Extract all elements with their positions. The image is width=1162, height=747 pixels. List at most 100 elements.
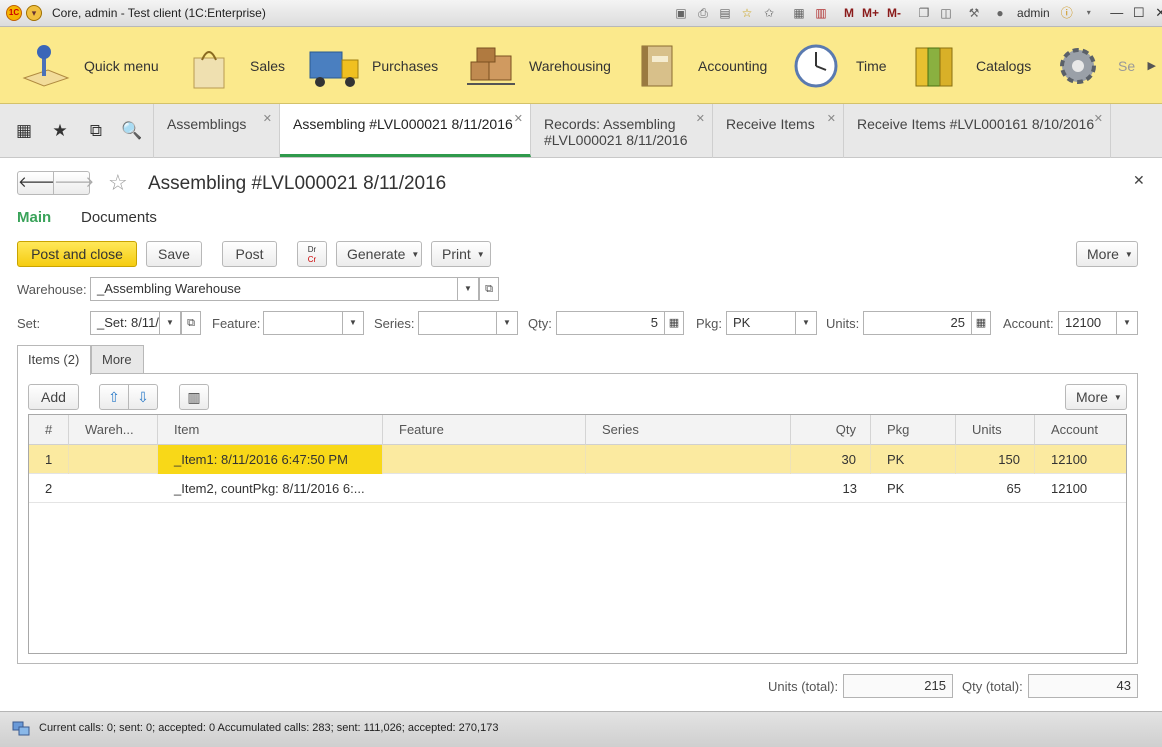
cell-units[interactable]: 150 [956, 445, 1035, 474]
close-tab-icon[interactable]: ✕ [263, 111, 272, 127]
column-header-warehouse[interactable]: Wareh... [69, 415, 158, 445]
calendar-icon[interactable]: ▥ [812, 4, 830, 22]
column-header-item[interactable]: Item [158, 415, 383, 445]
section-settings[interactable]: Se [1056, 27, 1135, 104]
column-header-qty[interactable]: Qty [791, 415, 871, 445]
move-down-button[interactable]: ⇩ [128, 384, 158, 410]
section-warehousing[interactable]: Warehousing [463, 27, 611, 104]
more-button[interactable]: More ▼ [1076, 241, 1138, 267]
account-dropdown-icon[interactable]: ▼ [1116, 311, 1138, 335]
add-button[interactable]: Add [28, 384, 79, 410]
maximize-icon[interactable]: ☐ [1130, 4, 1148, 22]
cell-qty[interactable]: 13 [791, 474, 871, 503]
series-input[interactable] [418, 311, 497, 335]
cell-feature[interactable] [383, 474, 586, 503]
column-header-units[interactable]: Units [956, 415, 1035, 445]
current-user[interactable]: admin [1017, 6, 1050, 20]
favorites-star-icon[interactable]: ★ [49, 120, 71, 142]
set-open-icon[interactable]: ⧉ [181, 311, 201, 335]
tab-receive-items[interactable]: Receive Items ✕ [713, 104, 844, 158]
cell-warehouse[interactable] [69, 445, 158, 474]
section-sales[interactable]: Sales [184, 27, 285, 104]
post-and-close-button[interactable]: Post and close [17, 241, 137, 267]
cell-series[interactable] [586, 445, 791, 474]
table-row[interactable]: 2 _Item2, countPkg: 8/11/2016 6:... 13 P… [29, 474, 1126, 503]
close-window-icon[interactable]: ✕ [1152, 4, 1162, 22]
memory-add-button[interactable]: M+ [860, 4, 881, 22]
cell-item[interactable]: _Item2, countPkg: 8/11/2016 6:... [158, 474, 383, 503]
qty-calculator-icon[interactable]: ▦ [664, 311, 684, 335]
close-tab-icon[interactable]: ✕ [827, 111, 836, 127]
memory-store-button[interactable]: M [842, 4, 856, 22]
account-input[interactable]: 12100 [1058, 311, 1117, 335]
units-input[interactable]: 25 [863, 311, 972, 335]
items-more-button[interactable]: More ▼ [1065, 384, 1127, 410]
column-header-series[interactable]: Series [586, 415, 791, 445]
print-icon[interactable]: ⎙ [694, 4, 712, 22]
tab-documents[interactable]: Documents [81, 209, 157, 226]
column-header-number[interactable]: # [29, 415, 69, 445]
favorite-add-icon[interactable]: ☆ [738, 4, 756, 22]
close-tab-icon[interactable]: ✕ [1094, 111, 1103, 127]
memory-subtract-button[interactable]: M- [885, 4, 903, 22]
cell-pkg[interactable]: PK [871, 474, 956, 503]
move-up-button[interactable]: ⇧ [99, 384, 129, 410]
windows-icon[interactable]: ❐ [915, 4, 933, 22]
pkg-input[interactable]: PK [726, 311, 796, 335]
cell-pkg[interactable]: PK [871, 445, 956, 474]
section-accounting[interactable]: Accounting [632, 27, 767, 104]
favorites-icon[interactable]: ✩ [760, 4, 778, 22]
preview-icon[interactable]: ▤ [716, 4, 734, 22]
calculator-icon[interactable]: ▦ [790, 4, 808, 22]
server-calls-icon[interactable] [12, 721, 30, 737]
cell-qty[interactable]: 30 [791, 445, 871, 474]
cell-warehouse[interactable] [69, 474, 158, 503]
history-icon[interactable]: ⧉ [85, 120, 107, 142]
section-quick-menu[interactable]: Quick menu [18, 27, 159, 104]
cell-account[interactable]: 12100 [1035, 445, 1126, 474]
generate-button[interactable]: Generate ▼ [336, 241, 422, 267]
set-input[interactable]: _Set: 8/11/ [90, 311, 160, 335]
function-menu-icon[interactable]: ▦ [13, 120, 35, 142]
post-button[interactable]: Post [222, 241, 277, 267]
favorite-star-icon[interactable]: ☆ [108, 170, 128, 196]
warehouse-open-icon[interactable]: ⧉ [479, 277, 499, 301]
section-purchases[interactable]: Purchases [306, 27, 438, 104]
section-time[interactable]: Time [790, 27, 887, 104]
save-file-icon[interactable]: ▣ [672, 4, 690, 22]
cell-account[interactable]: 12100 [1035, 474, 1126, 503]
section-catalogs[interactable]: Catalogs [910, 27, 1031, 104]
feature-dropdown-icon[interactable]: ▼ [342, 311, 364, 335]
app-logo-icon[interactable]: 1C [6, 5, 22, 21]
column-header-account[interactable]: Account [1035, 415, 1126, 445]
units-calculator-icon[interactable]: ▦ [971, 311, 991, 335]
cell-units[interactable]: 65 [956, 474, 1035, 503]
tools-icon[interactable]: ⚒ [965, 4, 983, 22]
close-tab-icon[interactable]: ✕ [514, 111, 523, 127]
tab-assembling-document[interactable]: Assembling #LVL000021 8/11/2016 ✕ [280, 104, 531, 157]
print-button[interactable]: Print ▼ [431, 241, 491, 267]
search-icon[interactable]: 🔍 [121, 120, 143, 142]
tab-receive-items-document[interactable]: Receive Items #LVL000161 8/10/2016 ✕ [844, 104, 1111, 158]
forward-button[interactable]: 🡒 [53, 171, 94, 195]
qty-input[interactable]: 5 [556, 311, 665, 335]
tab-items[interactable]: Items (2) [17, 345, 91, 375]
set-dropdown-icon[interactable]: ▼ [159, 311, 181, 335]
pkg-dropdown-icon[interactable]: ▼ [795, 311, 817, 335]
save-button[interactable]: Save [146, 241, 202, 267]
close-tab-icon[interactable]: ✕ [696, 111, 705, 127]
tab-main[interactable]: Main [17, 209, 51, 226]
back-button[interactable]: 🡐 [17, 171, 58, 195]
column-header-pkg[interactable]: Pkg [871, 415, 956, 445]
tab-records-assembling[interactable]: Records: Assembling #LVL000021 8/11/2016… [531, 104, 713, 158]
cell-item[interactable]: _Item1: 8/11/2016 6:47:50 PM [158, 445, 383, 474]
dr-cr-button[interactable]: Dr Cr [297, 241, 327, 267]
table-row[interactable]: 1 _Item1: 8/11/2016 6:47:50 PM 30 PK 150… [29, 445, 1126, 474]
warehouse-input[interactable]: _Assembling Warehouse [90, 277, 458, 301]
info-dropdown-icon[interactable]: ▾ [1080, 4, 1098, 22]
tab-more[interactable]: More [91, 345, 144, 374]
cell-series[interactable] [586, 474, 791, 503]
minimize-icon[interactable]: — [1108, 4, 1126, 22]
main-menu-icon[interactable]: ▾ [26, 5, 42, 21]
panels-icon[interactable]: ◫ [937, 4, 955, 22]
